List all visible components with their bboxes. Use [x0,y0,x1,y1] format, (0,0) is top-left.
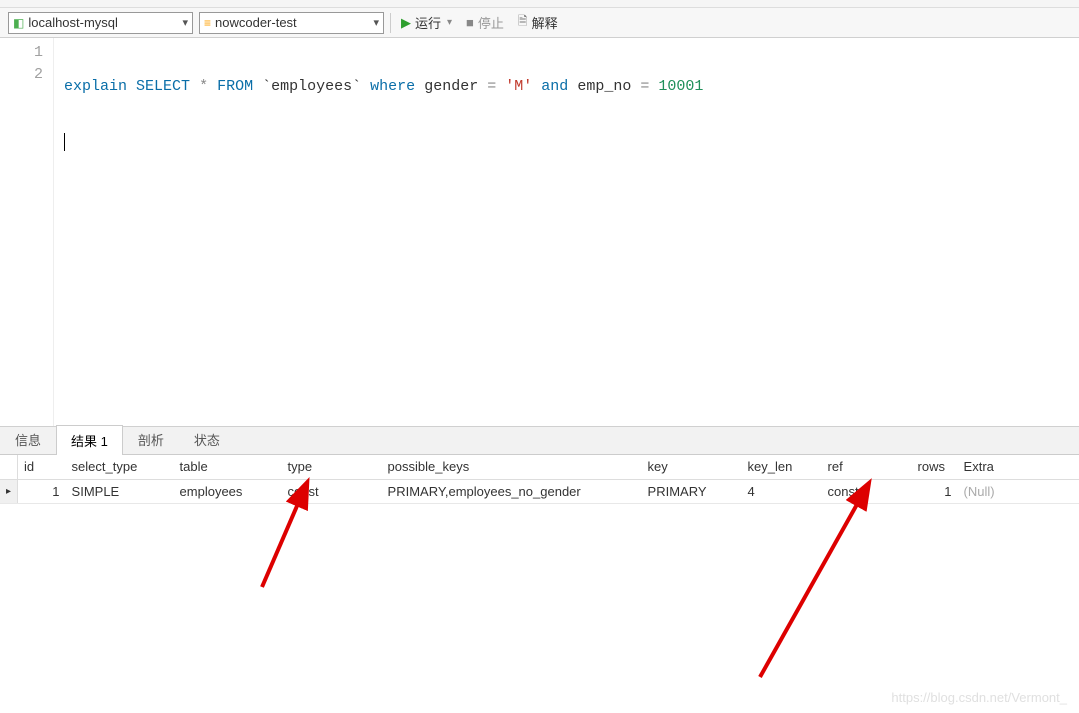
stop-label: 停止 [478,13,504,32]
connection-icon: ◧ [13,16,24,30]
col-ref[interactable]: ref [822,455,912,479]
cell-id[interactable]: 1 [18,479,66,503]
cell-key-len[interactable]: 4 [742,479,822,503]
col-key-len[interactable]: key_len [742,455,822,479]
text-cursor [64,133,65,151]
code-area[interactable]: explain SELECT * FROM `employees` where … [54,38,1079,426]
separator [390,13,391,33]
col-rows[interactable]: rows [912,455,958,479]
cell-type[interactable]: const [282,479,382,503]
database-dropdown[interactable]: ≡ nowcoder-test ▾ [199,12,384,34]
col-select-type[interactable]: select_type [66,455,174,479]
dropdown-arrow-icon: ▾ [447,17,452,28]
cell-extra[interactable]: (Null) [958,479,1079,503]
stop-icon: ■ [466,15,474,30]
watermark: https://blog.csdn.net/Vermont_ [891,690,1067,705]
tab-status[interactable]: 状态 [179,424,235,454]
cell-select-type[interactable]: SIMPLE [66,479,174,503]
sql-editor[interactable]: 1 2 explain SELECT * FROM `employees` wh… [0,38,1079,427]
tab-result[interactable]: 结果 1 [56,425,123,455]
col-id[interactable]: id [18,455,66,479]
annotation-arrow-right [750,487,890,690]
line-number: 1 [0,42,43,64]
col-type[interactable]: type [282,455,382,479]
top-toolbar-truncated [0,0,1079,8]
chevron-down-icon: ▾ [182,16,188,29]
line-gutter: 1 2 [0,38,54,426]
code-line-1: explain SELECT * FROM `employees` where … [64,76,1079,98]
col-key[interactable]: key [642,455,742,479]
tab-profile[interactable]: 剖析 [123,424,179,454]
cell-table[interactable]: employees [174,479,282,503]
header-row: id select_type table type possible_keys … [0,455,1079,479]
result-tabs: 信息 结果 1 剖析 状态 [0,427,1079,455]
result-grid[interactable]: id select_type table type possible_keys … [0,455,1079,504]
code-line-2 [64,132,1079,154]
cell-ref[interactable]: const [822,479,912,503]
null-value: (Null) [964,484,995,499]
explain-icon: 🗎 [518,12,528,33]
col-possible-keys[interactable]: possible_keys [382,455,642,479]
explain-button[interactable]: 🗎 解释 [514,10,562,35]
chevron-down-icon: ▾ [373,16,379,29]
connection-label: localhost-mysql [28,15,178,30]
run-label: 运行 [415,13,441,32]
annotation-arrow-left [250,487,330,600]
database-label: nowcoder-test [215,15,369,30]
explain-label: 解释 [532,13,558,32]
database-icon: ≡ [204,16,211,30]
row-handle-header [0,455,18,479]
cell-rows[interactable]: 1 [912,479,958,503]
tab-info[interactable]: 信息 [0,424,56,454]
cell-key[interactable]: PRIMARY [642,479,742,503]
stop-button[interactable]: ■ 停止 [462,11,508,34]
cell-possible-keys[interactable]: PRIMARY,employees_no_gender [382,479,642,503]
connection-dropdown[interactable]: ◧ localhost-mysql ▾ [8,12,193,34]
line-number: 2 [0,64,43,86]
row-marker[interactable]: ▸ [0,479,18,503]
col-table[interactable]: table [174,455,282,479]
run-button[interactable]: ▶ 运行 ▾ [397,11,456,34]
play-icon: ▶ [401,15,411,31]
col-extra[interactable]: Extra [958,455,1079,479]
query-toolbar: ◧ localhost-mysql ▾ ≡ nowcoder-test ▾ ▶ … [0,8,1079,38]
table-row[interactable]: ▸ 1 SIMPLE employees const PRIMARY,emplo… [0,479,1079,503]
